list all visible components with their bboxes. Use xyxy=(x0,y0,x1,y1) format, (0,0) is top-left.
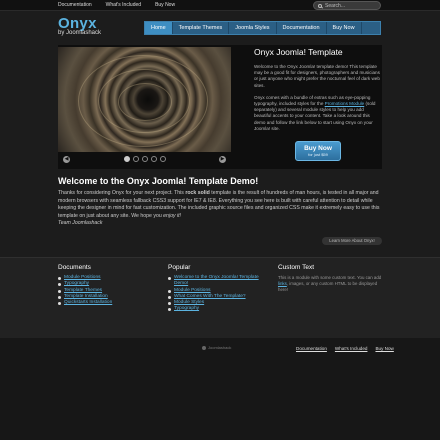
footer xyxy=(0,338,440,440)
search-box[interactable] xyxy=(313,1,381,10)
top-nav: Documentation What's Included Buy Now xyxy=(58,2,175,8)
popular-link[interactable]: Typography xyxy=(174,306,199,311)
popular-link[interactable]: What Comes With The Template? xyxy=(174,294,246,299)
slide-dot[interactable] xyxy=(142,156,148,162)
main-nav-home[interactable]: Home xyxy=(145,22,173,34)
custom-text-link[interactable]: links xyxy=(278,281,287,286)
promotions-module-link[interactable]: Promotions Module xyxy=(325,101,365,106)
search-icon xyxy=(318,3,322,8)
intro-paragraph: Welcome to the Onyx Joomla! template dem… xyxy=(254,64,380,88)
slide-image[interactable] xyxy=(58,47,231,152)
list-item: Typography xyxy=(168,306,268,312)
footer-brand-name: Joomlashack xyxy=(208,345,232,350)
top-nav-documentation[interactable]: Documentation xyxy=(58,2,92,8)
documents-module: Documents Module Positions Typography Te… xyxy=(58,264,158,306)
article-emphasis: enjoy it! xyxy=(163,212,182,219)
popular-link[interactable]: Welcome to the Onyx Joomla! Template Dem… xyxy=(174,275,259,286)
article-bold-text: rock solid xyxy=(185,190,210,196)
documents-link[interactable]: Module Positions xyxy=(64,275,101,280)
search-input[interactable] xyxy=(325,2,380,9)
article-text: Thanks for considering Onyx for your nex… xyxy=(58,190,186,196)
documents-link[interactable]: Quickstarts Installation xyxy=(64,300,112,305)
article-signature: Team Joomlashack xyxy=(58,220,103,227)
main-nav-buy-now[interactable]: Buy Now xyxy=(327,22,362,34)
popular-link[interactable]: Module Positions xyxy=(174,288,211,293)
footer-nav: Documentation What's Included Buy Now xyxy=(296,346,394,351)
list-item: Quickstarts Installation xyxy=(58,300,158,306)
top-nav-buy-now[interactable]: Buy Now xyxy=(155,2,175,8)
joomlashack-logo-icon xyxy=(202,345,206,350)
slide-dot[interactable] xyxy=(133,156,139,162)
slide-dots xyxy=(124,156,166,162)
chevron-left-icon[interactable]: ◀ xyxy=(63,156,70,163)
custom-text: This is a module with some custom text. … xyxy=(278,275,382,280)
buy-now-label: Buy Now xyxy=(304,145,332,152)
popular-title: Popular xyxy=(168,264,191,271)
custom-text: , images, or any custom HTML to be displ… xyxy=(278,281,378,293)
top-nav-whats-included[interactable]: What's Included xyxy=(106,2,141,8)
learn-more-button[interactable]: Learn More About Onyx! xyxy=(322,237,382,245)
slide-dot[interactable] xyxy=(124,156,130,162)
custom-text-module: Custom Text This is a module with some c… xyxy=(278,264,382,294)
custom-text-body: This is a module with some custom text. … xyxy=(278,275,382,294)
intro-title: Onyx Joomla! Template xyxy=(254,47,343,57)
footer-nav-whats-included[interactable]: What's Included xyxy=(335,346,368,351)
footer-nav-documentation[interactable]: Documentation xyxy=(296,346,327,351)
buy-now-price: for just $59 xyxy=(308,152,328,157)
slide-dot[interactable] xyxy=(160,156,166,162)
intro-paragraph-2: Onyx comes with a bundle of extras such … xyxy=(254,95,382,132)
list-item: Welcome to the Onyx Joomla! Template Dem… xyxy=(168,275,268,288)
intro-panel: Onyx Joomla! Template Welcome to the Ony… xyxy=(254,47,382,138)
site-tagline: by Joomlashack xyxy=(58,30,102,36)
main-nav-template-themes[interactable]: Template Themes xyxy=(173,22,230,34)
documents-link[interactable]: Typography xyxy=(64,281,89,286)
article-title: Welcome to the Onyx Joomla! Template Dem… xyxy=(58,176,259,186)
documents-title: Documents xyxy=(58,264,91,271)
popular-module: Popular Welcome to the Onyx Joomla! Temp… xyxy=(168,264,268,313)
slide-dot[interactable] xyxy=(151,156,157,162)
main-nav-joomla-styles[interactable]: Joomla Styles xyxy=(229,22,277,34)
documents-link[interactable]: Template Themes xyxy=(64,288,102,293)
buy-now-button[interactable]: Buy Now for just $59 xyxy=(295,141,341,161)
main-nav-documentation[interactable]: Documentation xyxy=(277,22,327,34)
main-nav: Home Template Themes Joomla Styles Docum… xyxy=(144,21,381,35)
site-logo[interactable]: Onyx by Joomlashack xyxy=(58,15,101,36)
custom-text-title: Custom Text xyxy=(278,264,315,271)
article: Welcome to the Onyx Joomla! Template Dem… xyxy=(58,176,382,228)
chevron-right-icon[interactable]: ▶ xyxy=(219,156,226,163)
footer-nav-buy-now[interactable]: Buy Now xyxy=(375,346,393,351)
documents-link[interactable]: Template Installation xyxy=(64,294,108,299)
footer-brand[interactable]: Joomlashack xyxy=(202,345,231,350)
popular-link[interactable]: Module Styles xyxy=(174,300,204,305)
article-body: Thanks for considering Onyx for your nex… xyxy=(58,190,382,220)
